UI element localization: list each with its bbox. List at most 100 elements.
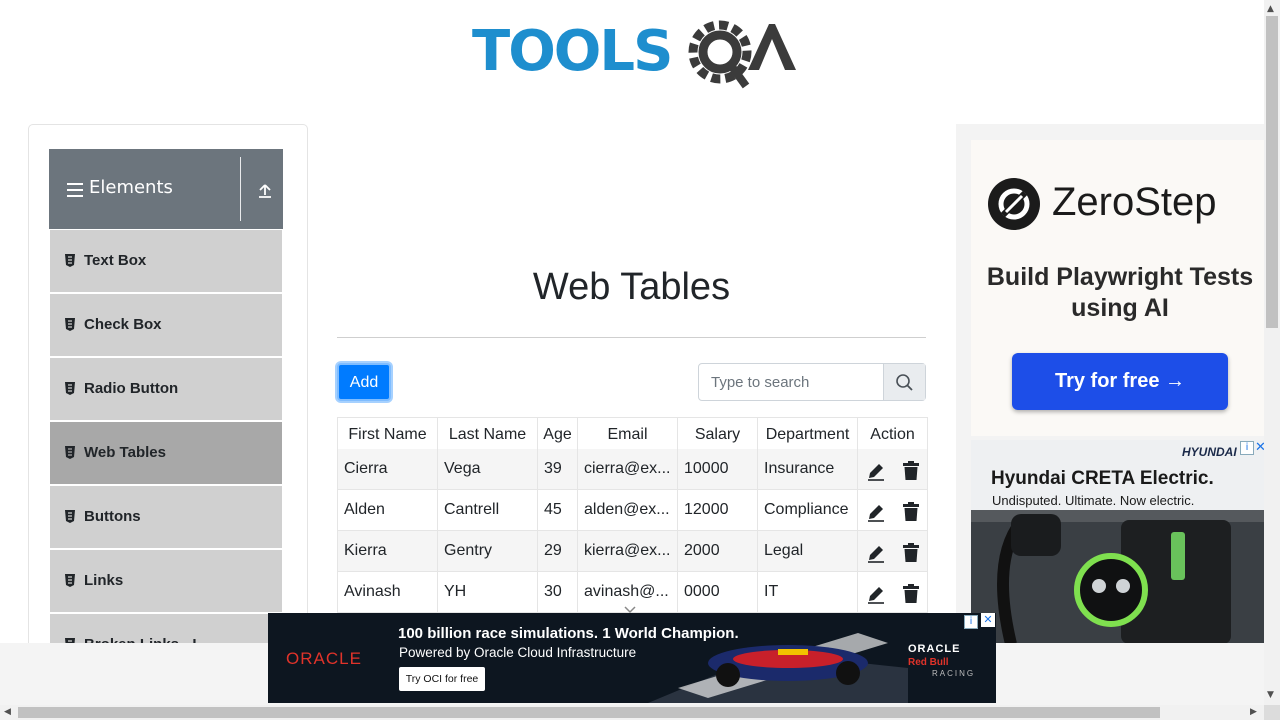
banner-cta-button[interactable]: Try OCI for free	[399, 667, 485, 691]
zerostep-brand: ZeroStep	[1052, 180, 1217, 224]
scroll-down-arrow-icon[interactable]: ▼	[1267, 690, 1274, 700]
cell-last-name: YH	[438, 572, 538, 612]
scroll-right-arrow-icon[interactable]: ▶	[1250, 707, 1257, 717]
cell-first-name: Cierra	[338, 449, 438, 489]
sidebar-item-text-box[interactable]: Text Box	[50, 230, 282, 294]
cell-age: 45	[538, 490, 578, 530]
column-header-salary[interactable]: Salary	[678, 418, 758, 451]
cell-department: Legal	[758, 531, 858, 571]
pencil-icon[interactable]	[866, 543, 886, 563]
cell-email: kierra@ex...	[578, 531, 678, 571]
scroll-left-arrow-icon[interactable]: ◀	[4, 707, 11, 717]
logo-text-tools: TOOLS	[472, 19, 671, 84]
sidebar-item-label: Check Box	[84, 316, 162, 333]
html5-icon	[65, 574, 75, 587]
upload-arrow-icon[interactable]	[257, 183, 273, 203]
site-logo[interactable]: TOOLS	[472, 14, 796, 92]
sidebar-item-label: Web Tables	[84, 444, 166, 461]
zerostep-cta-button[interactable]: Try for free →	[1012, 353, 1228, 410]
sidebar-item-label: Buttons	[84, 508, 141, 525]
header-divider	[240, 157, 241, 221]
horizontal-scroll-thumb[interactable]	[18, 707, 1160, 718]
cell-salary: 0000	[678, 572, 758, 612]
cell-age: 30	[538, 572, 578, 612]
cell-first-name: Alden	[338, 490, 438, 530]
pencil-icon[interactable]	[866, 461, 886, 481]
sidebar-item-links[interactable]: Links	[50, 550, 282, 614]
banner-subline: Powered by Oracle Cloud Infrastructure	[399, 645, 637, 660]
table-row: Kierra Gentry 29 kierra@ex... 2000 Legal	[338, 531, 927, 572]
search-box	[698, 363, 926, 401]
table-row: Alden Cantrell 45 alden@ex... 12000 Comp…	[338, 490, 927, 531]
title-divider	[337, 337, 926, 338]
cell-department: Insurance	[758, 449, 858, 489]
hyundai-subtitle: Undisputed. Ultimate. Now electric.	[992, 493, 1195, 508]
html5-icon	[65, 382, 75, 395]
hyundai-title: Hyundai CRETA Electric.	[991, 468, 1214, 489]
cell-salary: 12000	[678, 490, 758, 530]
cell-age: 39	[538, 449, 578, 489]
scroll-up-arrow-icon[interactable]: ▲	[1267, 4, 1274, 14]
table-row: Cierra Vega 39 cierra@ex... 10000 Insura…	[338, 449, 927, 490]
cell-age: 29	[538, 531, 578, 571]
partner-racing: RACING	[932, 669, 976, 678]
cell-department: Compliance	[758, 490, 858, 530]
cell-email: alden@ex...	[578, 490, 678, 530]
search-input[interactable]	[699, 364, 885, 400]
column-header-age[interactable]: Age	[538, 418, 578, 451]
html5-icon	[65, 318, 75, 331]
column-header-action: Action	[870, 426, 915, 443]
elements-group-header[interactable]: Elements	[49, 149, 283, 229]
trash-icon[interactable]	[902, 461, 920, 481]
oracle-logo: ORACLE	[286, 649, 362, 668]
adchoices-icon[interactable]: i	[1240, 441, 1254, 455]
cell-last-name: Vega	[438, 449, 538, 489]
pencil-icon[interactable]	[866, 502, 886, 522]
vertical-scroll-thumb[interactable]	[1266, 16, 1278, 328]
banner-headline: 100 billion race simulations. 1 World Ch…	[398, 625, 739, 642]
column-header-last-name[interactable]: Last Name	[438, 418, 538, 451]
partner-redbull: Red Bull	[908, 657, 949, 668]
cell-last-name: Gentry	[438, 531, 538, 571]
html5-icon	[65, 446, 75, 459]
hamburger-icon	[67, 183, 83, 197]
cell-first-name: Kierra	[338, 531, 438, 571]
adchoices-icon[interactable]: i	[964, 615, 978, 629]
sidebar-item-buttons[interactable]: Buttons	[50, 486, 282, 550]
cell-last-name: Cantrell	[438, 490, 538, 530]
hyundai-brand: HYUNDAI	[1182, 445, 1237, 459]
cell-salary: 2000	[678, 531, 758, 571]
sidebar-item-check-box[interactable]: Check Box	[50, 294, 282, 358]
trash-icon[interactable]	[902, 502, 920, 522]
web-table: First Name Last Name Age Email Salary De…	[337, 417, 928, 615]
html5-icon	[65, 510, 75, 523]
page-title: Web Tables	[532, 266, 731, 308]
sidebar-item-label: Links	[84, 572, 124, 589]
gear-q-icon	[688, 20, 752, 89]
add-button[interactable]: Add	[337, 363, 391, 401]
column-header-email[interactable]: Email	[578, 418, 678, 451]
zerostep-headline: Build Playwright Tests using AI	[986, 263, 1254, 322]
scrollbar-corner	[1264, 705, 1280, 720]
oracle-banner-ad[interactable]: ORACLE 100 billion race simulations. 1 W…	[268, 613, 996, 703]
trash-icon[interactable]	[902, 543, 920, 563]
cell-salary: 10000	[678, 449, 758, 489]
table-header-row: First Name Last Name Age Email Salary De…	[338, 418, 927, 451]
html5-icon	[65, 254, 75, 267]
search-button[interactable]	[883, 364, 925, 400]
zerostep-logo-icon	[988, 178, 1040, 230]
cell-email: cierra@ex...	[578, 449, 678, 489]
sidebar-item-web-tables[interactable]: Web Tables	[50, 422, 282, 486]
cell-department: IT	[758, 572, 858, 612]
pencil-icon[interactable]	[866, 584, 886, 604]
column-header-first-name[interactable]: First Name	[338, 418, 438, 451]
trash-icon[interactable]	[902, 584, 920, 604]
cell-first-name: Avinash	[338, 572, 438, 612]
close-icon[interactable]: ✕	[981, 613, 995, 627]
search-icon	[896, 374, 913, 391]
sidebar-item-radio-button[interactable]: Radio Button	[50, 358, 282, 422]
group-title: Elements	[89, 177, 173, 198]
sidebar-item-label: Radio Button	[84, 380, 179, 397]
partner-oracle: ORACLE	[908, 643, 961, 655]
column-header-department[interactable]: Department	[758, 418, 858, 451]
